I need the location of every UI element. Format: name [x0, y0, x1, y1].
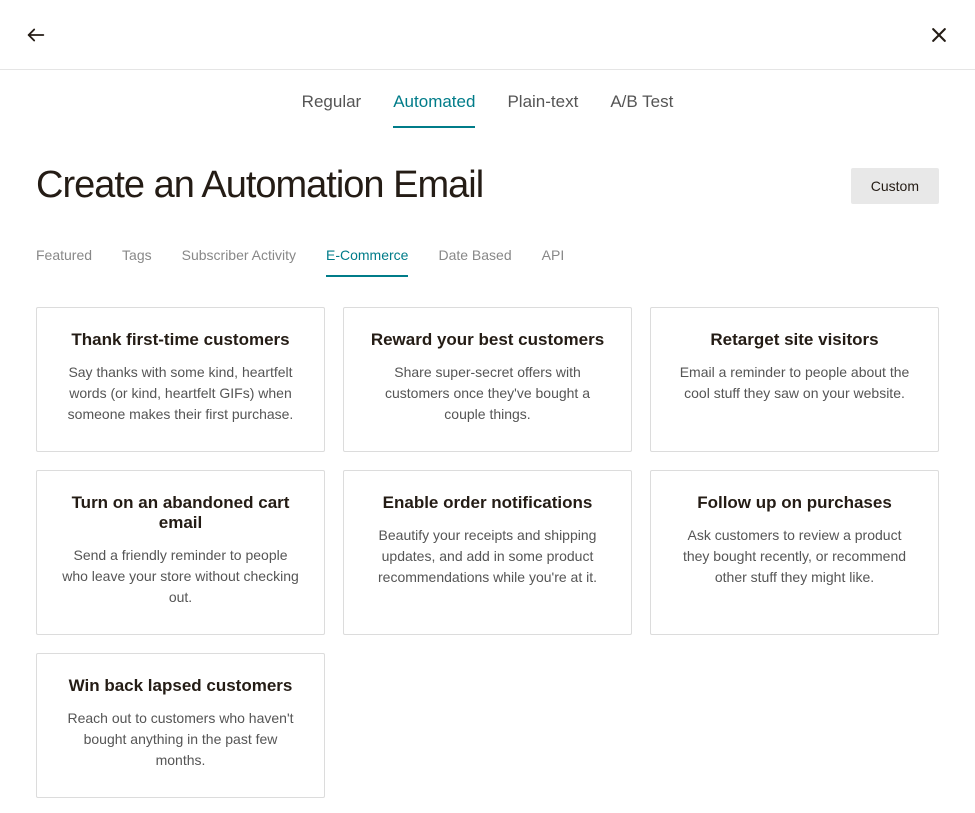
card-title: Follow up on purchases [675, 493, 914, 513]
subtab-tags[interactable]: Tags [122, 247, 152, 277]
card-order-notifications[interactable]: Enable order notifications Beautify your… [343, 470, 632, 635]
card-title: Reward your best customers [368, 330, 607, 350]
main-tabs: Regular Automated Plain-text A/B Test [0, 70, 975, 128]
title-row: Create an Automation Email Custom [36, 164, 939, 207]
card-abandoned-cart[interactable]: Turn on an abandoned cart email Send a f… [36, 470, 325, 635]
card-title: Turn on an abandoned cart email [61, 493, 300, 533]
card-desc: Email a reminder to people about the coo… [675, 362, 914, 404]
subtab-api[interactable]: API [542, 247, 565, 277]
card-win-back[interactable]: Win back lapsed customers Reach out to c… [36, 653, 325, 798]
subtab-date-based[interactable]: Date Based [438, 247, 511, 277]
top-bar [0, 0, 975, 70]
tab-automated[interactable]: Automated [393, 92, 475, 128]
card-title: Win back lapsed customers [61, 676, 300, 696]
card-desc: Reach out to customers who haven't bough… [61, 708, 300, 771]
arrow-left-icon [25, 24, 47, 46]
card-title: Thank first-time customers [61, 330, 300, 350]
tab-plain-text[interactable]: Plain-text [507, 92, 578, 128]
card-desc: Beautify your receipts and shipping upda… [368, 525, 607, 588]
tab-ab-test[interactable]: A/B Test [610, 92, 673, 128]
tab-regular[interactable]: Regular [302, 92, 362, 128]
sub-tabs: Featured Tags Subscriber Activity E-Comm… [36, 247, 939, 277]
subtab-featured[interactable]: Featured [36, 247, 92, 277]
card-desc: Ask customers to review a product they b… [675, 525, 914, 588]
custom-button[interactable]: Custom [851, 168, 939, 204]
card-desc: Say thanks with some kind, heartfelt wor… [61, 362, 300, 425]
card-desc: Send a friendly reminder to people who l… [61, 545, 300, 608]
subtab-subscriber-activity[interactable]: Subscriber Activity [182, 247, 296, 277]
card-reward-best[interactable]: Reward your best customers Share super-s… [343, 307, 632, 452]
card-thank-first-time[interactable]: Thank first-time customers Say thanks wi… [36, 307, 325, 452]
back-button[interactable] [24, 23, 48, 47]
card-retarget[interactable]: Retarget site visitors Email a reminder … [650, 307, 939, 452]
subtab-ecommerce[interactable]: E-Commerce [326, 247, 408, 277]
close-icon [929, 25, 949, 45]
card-title: Retarget site visitors [675, 330, 914, 350]
page-title: Create an Automation Email [36, 164, 483, 207]
cards-grid: Thank first-time customers Say thanks wi… [36, 307, 939, 798]
content-area: Create an Automation Email Custom Featur… [0, 128, 975, 798]
card-title: Enable order notifications [368, 493, 607, 513]
card-desc: Share super-secret offers with customers… [368, 362, 607, 425]
card-follow-up[interactable]: Follow up on purchases Ask customers to … [650, 470, 939, 635]
close-button[interactable] [927, 23, 951, 47]
